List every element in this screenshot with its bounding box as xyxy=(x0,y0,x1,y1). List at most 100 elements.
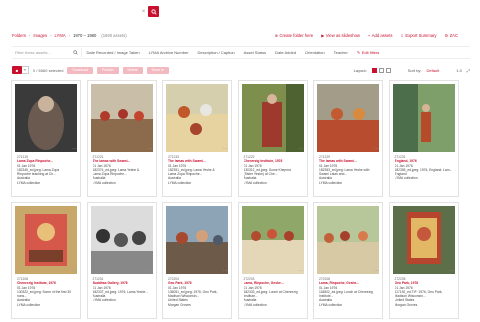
filter-bar: Filter these assets... Date Recorded / I… xyxy=(12,46,470,59)
asset-thumbnail[interactable] xyxy=(15,84,77,152)
asset-grid: ⋯ 271219 Lama Zopa Rinpoche... 01 Jan 1976 1… xyxy=(11,80,471,319)
asset-thumbnail[interactable] xyxy=(90,84,153,152)
asset-card[interactable]: ⋯ 271231 England, 1976 01 Jan 1976 182355_ed… xyxy=(388,80,459,197)
edit-filters-button[interactable]: ✎ Edit filters xyxy=(352,50,383,55)
asset-thumbnail[interactable] xyxy=(317,206,379,274)
asset-meta: 271222 Chenrezig Institute, 1976 01 Jan 19… xyxy=(244,155,304,185)
asset-card[interactable]: ⋯ 271208 Chenrezig Institute, 1976 01 Jan 1… xyxy=(11,202,81,319)
card-menu-icon[interactable]: ⋯ xyxy=(450,147,455,152)
slideshow-button[interactable]: ▶ View as slideshow xyxy=(321,33,360,38)
asset-thumbnail[interactable] xyxy=(317,84,379,152)
filter-archive-number[interactable]: LYMA Archive Number xyxy=(144,50,193,55)
asset-collection: LYMA collection xyxy=(394,176,418,181)
folder-plus-icon: ⊕ xyxy=(274,33,278,38)
asset-meta: 272203 Lama, Rinpoche, Geshe... 01 Jan 197… xyxy=(244,277,304,307)
asset-meta: 272205 Geo Park, 1976 01 Jan 1976 117192_ed… xyxy=(395,277,455,307)
asset-meta: 271208 Chenrezig Institute, 1976 01 Jan 19… xyxy=(17,277,77,307)
create-folder-button[interactable]: ⊕ Create folder here xyxy=(275,33,314,38)
export-summary-button[interactable]: ⇩ Export Summary xyxy=(400,33,436,38)
filter-search-placeholder: Filter these assets... xyxy=(15,50,51,55)
asset-thumbnail[interactable] xyxy=(15,206,77,274)
card-menu-icon[interactable]: ⋯ xyxy=(299,147,304,152)
asset-meta: 271219 Lama Zopa Rinpoche... 01 Jan 1976 18… xyxy=(17,155,77,185)
asset-card[interactable]: ⋯ 272208 Lama, Rinpoche, Geshe... 01 Jan 19… xyxy=(313,202,383,319)
publish-button[interactable]: Publish xyxy=(97,66,119,74)
filter-description[interactable]: Description / Caption xyxy=(193,50,239,55)
breadcrumb-separator: › xyxy=(68,33,71,38)
breadcrumb-images[interactable]: Images xyxy=(33,33,47,38)
selection-count: 0 / 6560 selected xyxy=(33,67,64,73)
asset-card[interactable]: ⋯ 271229 The lamas with Swami... 01 Jan 197… xyxy=(313,80,383,197)
asset-collection: Morgan Groves xyxy=(394,302,418,307)
grid-view-icon[interactable] xyxy=(371,67,377,73)
breadcrumb-separator: › xyxy=(50,33,52,38)
asset-thumbnail[interactable] xyxy=(90,206,153,274)
filter-date-recorded[interactable]: Date Recorded / Image Taken xyxy=(82,50,144,55)
clear-search-button[interactable]: × xyxy=(139,6,148,18)
folder-actions: ⊕ Create folder here ▶ View as slideshow +… xyxy=(275,33,458,38)
card-menu-icon[interactable]: ⋯ xyxy=(299,269,304,274)
asset-meta: 271201 Buddhas Gallery, 1976 01 Jan 1976 18… xyxy=(93,277,153,303)
asset-meta: 271231 England, 1976 01 Jan 1976 182355_ed.… xyxy=(395,155,455,181)
asset-collection: Morgan Groves xyxy=(168,302,191,307)
asset-collection: LYMA collection xyxy=(17,302,41,307)
plus-icon: + xyxy=(367,33,371,38)
create-folder-label: Create folder here xyxy=(279,33,314,38)
card-menu-icon[interactable]: ⋯ xyxy=(450,269,455,274)
more-menu-label: ZAC xyxy=(449,33,458,38)
filter-teacher[interactable]: Teacher xyxy=(329,50,352,55)
breadcrumb-current: 1970 – 1980 xyxy=(73,33,97,38)
selection-bar: ■ ▾ 0 / 6560 selected Download Publish D… xyxy=(12,65,470,75)
card-menu-icon[interactable]: ⋯ xyxy=(148,269,153,274)
asset-collection: LYMA collection xyxy=(92,298,116,303)
card-menu-icon[interactable]: ⋯ xyxy=(374,269,379,274)
asset-collection: LYMA collection xyxy=(243,180,267,185)
asset-thumbnail[interactable] xyxy=(241,84,304,152)
list-view-icon[interactable] xyxy=(378,67,384,73)
card-menu-icon[interactable]: ⋯ xyxy=(148,147,153,152)
more-menu-button[interactable]: ⚙ ZAC xyxy=(445,33,458,38)
select-dropdown-button[interactable]: ▾ xyxy=(22,66,29,74)
asset-thumbnail[interactable] xyxy=(392,84,455,152)
asset-card[interactable]: ⋯ 271201 Buddhas Gallery, 1976 01 Jan 1976 1… xyxy=(86,202,157,319)
sort-select[interactable]: Default xyxy=(427,68,440,73)
asset-thumbnail[interactable] xyxy=(166,84,228,152)
asset-card[interactable]: ⋯ 271219 Lama Zopa Rinpoche... 01 Jan 1976 1… xyxy=(11,80,81,197)
breadcrumb-folders[interactable]: Folders xyxy=(12,33,26,38)
filter-date-added[interactable]: Date Added xyxy=(271,50,301,55)
asset-thumbnail[interactable] xyxy=(241,206,304,274)
move-button[interactable]: Move to xyxy=(146,66,170,74)
card-menu-icon[interactable]: ⋯ xyxy=(72,147,77,152)
asset-thumbnail[interactable] xyxy=(166,206,228,274)
card-menu-icon[interactable]: ⋯ xyxy=(72,269,77,274)
download-button[interactable]: Download xyxy=(67,66,94,74)
layout-label: Layout: xyxy=(353,67,367,73)
search-button[interactable] xyxy=(148,6,159,17)
select-all-checkbox[interactable]: ■ xyxy=(12,66,22,74)
delete-button[interactable]: Delete xyxy=(122,66,143,74)
filter-asset-status[interactable]: Asset Status xyxy=(239,50,270,55)
filter-orientation[interactable]: Orientation xyxy=(301,50,330,55)
card-menu-icon[interactable]: ⋯ xyxy=(374,147,379,152)
asset-card[interactable]: ⋯ 272204 Geo Park, 1976 01 Jan 1976 136051_e… xyxy=(162,202,232,319)
asset-card[interactable]: ⋯ 271221 The lamas with Swami... 01 Jan 197… xyxy=(86,80,157,197)
table-view-icon[interactable] xyxy=(385,67,391,73)
breadcrumb-lyma[interactable]: LYMA xyxy=(55,33,66,38)
asset-collection: LYMA collection xyxy=(17,180,41,185)
asset-card[interactable]: ⋯ 272205 Geo Park, 1976 01 Jan 1976 117192_e… xyxy=(388,202,459,319)
gear-icon: ⚙ xyxy=(444,33,449,38)
asset-card[interactable]: ⋯ 271233 The lamas with Swami... 01 Jan 197… xyxy=(162,80,232,197)
card-menu-icon[interactable]: ⋯ xyxy=(223,147,228,152)
filter-search-input[interactable]: Filter these assets... xyxy=(12,48,82,57)
breadcrumb: Folders › Images › LYMA › 1970 – 1980 (1… xyxy=(12,33,127,38)
asset-card[interactable]: ⋯ 271222 Chenrezig Institute, 1976 01 Jan 1… xyxy=(237,80,308,197)
fullscreen-icon[interactable]: ⤢ xyxy=(467,68,470,73)
add-assets-button[interactable]: + Add assets xyxy=(368,33,393,38)
asset-card[interactable]: ⋯ 272203 Lama, Rinpoche, Geshe... 01 Jan 19… xyxy=(237,202,308,319)
download-icon: ⇩ xyxy=(400,33,404,38)
export-summary-label: Export Summary xyxy=(405,33,437,38)
zoom-level[interactable]: 1.0 xyxy=(456,68,462,73)
asset-meta: 272204 Geo Park, 1976 01 Jan 1976 136051_ed… xyxy=(168,277,228,307)
asset-thumbnail[interactable] xyxy=(392,206,455,274)
card-menu-icon[interactable]: ⋯ xyxy=(223,269,228,274)
